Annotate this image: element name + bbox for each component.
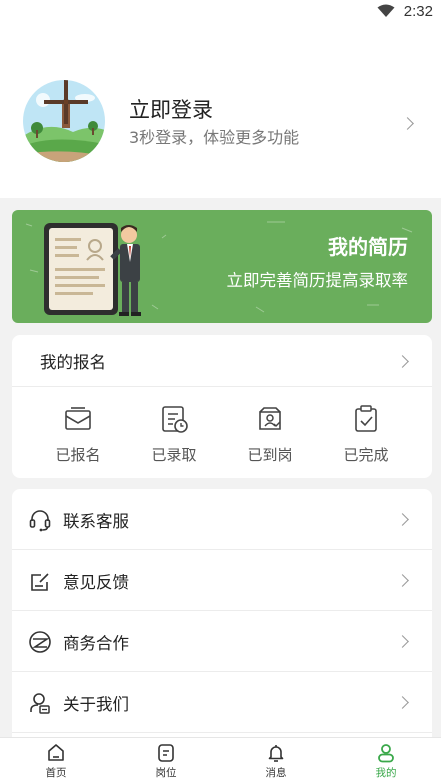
status-completed[interactable]: 已完成 [318,388,414,478]
tab-label: 首页 [45,767,67,779]
chevron-right-icon [396,513,409,526]
badge-check-icon [259,407,281,430]
menu-item-label: 关于我们 [63,695,129,714]
tab-jobs[interactable]: 岗位 [111,738,221,779]
resume-banner[interactable]: 我的简历 立即完善简历提高录取率 [12,210,432,323]
user-icon [378,744,394,763]
chevron-right-icon [396,696,409,709]
registration-status-row: 已报名 已录取 已到岗 已完成 [12,388,432,478]
cooperation-icon [29,631,51,653]
clipboard-clock-icon [162,406,188,433]
bottom-tab-bar: 首页 岗位 消息 我的 [0,737,441,779]
feedback-edit-icon [31,573,49,591]
registration-card: 我的报名 已报名 已录取 已到岗 已完成 [12,335,432,478]
chevron-right-icon [396,574,409,587]
headset-icon [29,510,51,532]
wifi-icon [377,4,395,17]
windmill-avatar-icon [23,80,105,162]
status-time: 2:32 [403,3,433,20]
tab-label: 消息 [265,767,287,779]
menu-item-label: 商务合作 [63,634,129,653]
menu-item-label: 联系客服 [63,512,129,531]
envelope-icon [65,407,91,430]
status-registered[interactable]: 已报名 [30,388,126,478]
status-label: 已录取 [151,446,197,464]
about-user-icon [30,693,50,714]
clipboard-check-icon [355,405,377,432]
menu-item-label: 意见反馈 [63,573,129,592]
login-subtitle: 3秒登录，体验更多功能 [129,128,300,147]
avatar[interactable] [23,80,105,162]
status-label: 已完成 [343,446,389,464]
status-bar: 2:32 [0,0,441,24]
login-profile-row[interactable]: 立即登录 3秒登录，体验更多功能 [0,76,441,172]
tab-label: 我的 [375,767,397,779]
status-onboarded[interactable]: 已到岗 [222,388,318,478]
menu-card: 联系客服 意见反馈 商务合作 关于我们 [12,489,432,739]
tab-label: 岗位 [155,767,177,779]
bell-icon [268,745,284,762]
registration-title: 我的报名 [40,353,106,372]
tab-mine[interactable]: 我的 [331,738,441,779]
home-icon [48,744,64,761]
header-area: 2:32 立即登录 3秒登录，体验更多功能 [0,0,441,198]
chevron-right-icon [396,635,409,648]
registration-header[interactable]: 我的报名 [12,335,432,387]
menu-item-customer-service[interactable]: 联系客服 [12,489,432,550]
chevron-right-icon [401,117,414,130]
status-label: 已到岗 [247,446,293,464]
menu-item-about-us[interactable]: 关于我们 [12,672,432,733]
jobs-icon [158,744,174,762]
tab-messages[interactable]: 消息 [221,738,331,779]
resume-title: 我的简历 [328,235,408,259]
status-admitted[interactable]: 已录取 [126,388,222,478]
status-label: 已报名 [55,446,101,464]
menu-item-feedback[interactable]: 意见反馈 [12,550,432,611]
resume-subtitle: 立即完善简历提高录取率 [226,271,409,290]
login-title[interactable]: 立即登录 [129,94,213,124]
chevron-right-icon [396,355,409,368]
menu-item-business-cooperation[interactable]: 商务合作 [12,611,432,672]
tab-home[interactable]: 首页 [1,738,111,779]
